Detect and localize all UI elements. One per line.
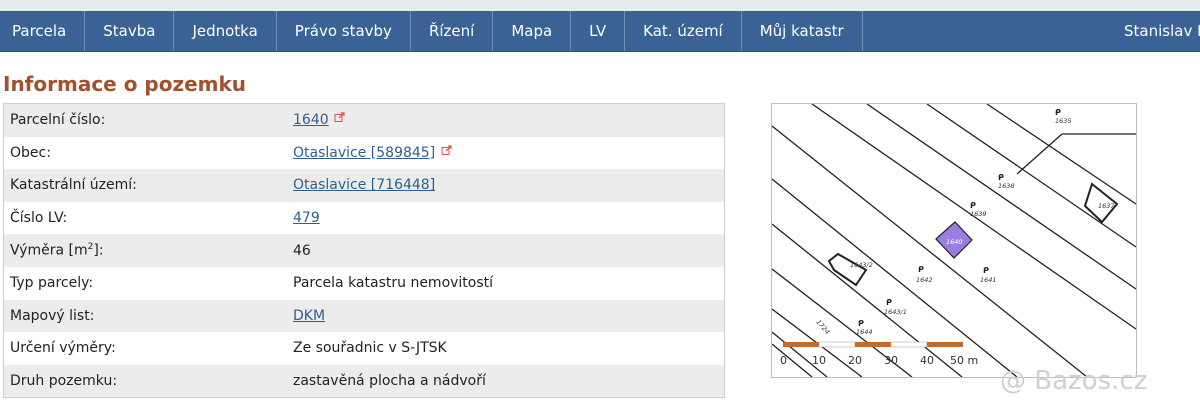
svg-text:ᑭ: ᑭ — [1055, 108, 1061, 117]
parcel-label: 1635 — [1055, 117, 1072, 125]
main-navbar: Parcela Stavba Jednotka Právo stavby Říz… — [0, 11, 1200, 52]
parcel-label: 1637 — [1098, 202, 1115, 210]
parcel-label: 1643/1 — [884, 308, 907, 316]
row-label: Typ parcely: — [3, 266, 287, 300]
row-value: Ze souřadnic v S-JTSK — [287, 332, 725, 365]
svg-text:ᑭ: ᑭ — [886, 298, 892, 307]
nav-parcela[interactable]: Parcela — [0, 11, 86, 51]
scale-label: 40 — [920, 354, 934, 367]
scale-label: 10 — [812, 354, 826, 367]
nav-jednotka[interactable]: Jednotka — [174, 11, 277, 51]
table-row: Výměra [m2]: 46 — [3, 234, 725, 267]
page-title: Informace o pozemku — [3, 72, 247, 96]
parcel-label: 1638 — [998, 182, 1015, 190]
row-value: zastavěná plocha a nádvoří — [287, 364, 725, 398]
scale-label: 50 m — [950, 354, 978, 367]
external-link-icon[interactable] — [441, 145, 452, 156]
row-label: Číslo LV: — [3, 201, 287, 235]
lv-number-link[interactable]: 479 — [293, 210, 320, 226]
nav-lv[interactable]: LV — [571, 11, 626, 51]
watermark: @ Bazos.cz — [1000, 366, 1148, 396]
table-row: Mapový list: DKM — [3, 299, 725, 333]
nav-kat-uzemi[interactable]: Kat. území — [625, 11, 742, 51]
municipality-link[interactable]: Otaslavice [589845] — [293, 145, 435, 161]
row-label: Druh pozemku: — [3, 364, 287, 398]
scale-label: 30 — [884, 354, 898, 367]
parcel-label: 1641 — [980, 276, 997, 284]
parcel-label: 1640 — [946, 238, 963, 246]
parcel-label: 1724 — [814, 318, 831, 336]
parcel-label: 1642 — [916, 276, 933, 284]
nav-rizeni[interactable]: Řízení — [411, 11, 494, 51]
svg-text:ᑭ: ᑭ — [970, 201, 976, 210]
parcel-info-table: Parcelní číslo: 1640 Obec: Otaslavice [5… — [3, 103, 725, 399]
cadastral-map[interactable]: 1635 1638 1637 1639 1640 1643/2 1642 164… — [771, 103, 1137, 378]
svg-text:ᑭ: ᑭ — [858, 319, 864, 328]
table-row: Určení výměry: Ze souřadnic v S-JTSK — [3, 332, 725, 365]
user-name[interactable]: Stanislav Fo — [1124, 11, 1200, 51]
table-row: Druh pozemku: zastavěná plocha a nádvoří — [3, 364, 725, 398]
area-label-suffix: ]: — [93, 243, 104, 259]
row-label: Mapový list: — [3, 299, 287, 333]
row-value: 46 — [287, 234, 725, 267]
row-value: 479 — [287, 201, 725, 235]
nav-stavba[interactable]: Stavba — [85, 11, 175, 51]
row-value: Parcela katastru nemovitostí — [287, 266, 725, 300]
map-sheet-link[interactable]: DKM — [293, 308, 325, 324]
row-value: Otaslavice [716448] — [287, 169, 725, 202]
row-value: Otaslavice [589845] — [287, 136, 725, 170]
row-value: 1640 — [287, 103, 725, 137]
scale-label: 0 — [780, 354, 787, 367]
nav-pravo-stavby[interactable]: Právo stavby — [277, 11, 411, 51]
svg-text:ᑭ: ᑭ — [983, 266, 989, 275]
table-row: Parcelní číslo: 1640 — [3, 103, 725, 137]
table-row: Obec: Otaslavice [589845] — [3, 136, 725, 170]
parcel-label: 1644 — [856, 328, 873, 336]
row-label: Určení výměry: — [3, 332, 287, 365]
nav-muj-katastr[interactable]: Můj katastr — [742, 11, 863, 51]
row-value: DKM — [287, 299, 725, 333]
table-row: Typ parcely: Parcela katastru nemovitost… — [3, 266, 725, 300]
area-label-text: Výměra [m — [10, 243, 88, 259]
parcel-number-link[interactable]: 1640 — [293, 112, 329, 128]
table-row: Katastrální území: Otaslavice [716448] — [3, 169, 725, 202]
row-label: Parcelní číslo: — [3, 103, 287, 137]
cadastral-map-svg[interactable]: 1635 1638 1637 1639 1640 1643/2 1642 164… — [772, 104, 1136, 377]
row-label: Výměra [m2]: — [3, 234, 287, 267]
svg-text:ᑭ: ᑭ — [918, 265, 924, 274]
svg-text:ᑭ: ᑭ — [998, 173, 1004, 182]
row-label: Katastrální území: — [3, 169, 287, 202]
scale-label: 20 — [848, 354, 862, 367]
parcel-label: 1643/2 — [850, 261, 873, 269]
nav-mapa[interactable]: Mapa — [493, 11, 572, 51]
parcel-label: 1639 — [970, 210, 987, 218]
top-strip — [0, 0, 1200, 11]
external-link-icon[interactable] — [334, 112, 345, 123]
cadastral-area-link[interactable]: Otaslavice [716448] — [293, 177, 435, 193]
row-label: Obec: — [3, 136, 287, 170]
table-row: Číslo LV: 479 — [3, 201, 725, 235]
